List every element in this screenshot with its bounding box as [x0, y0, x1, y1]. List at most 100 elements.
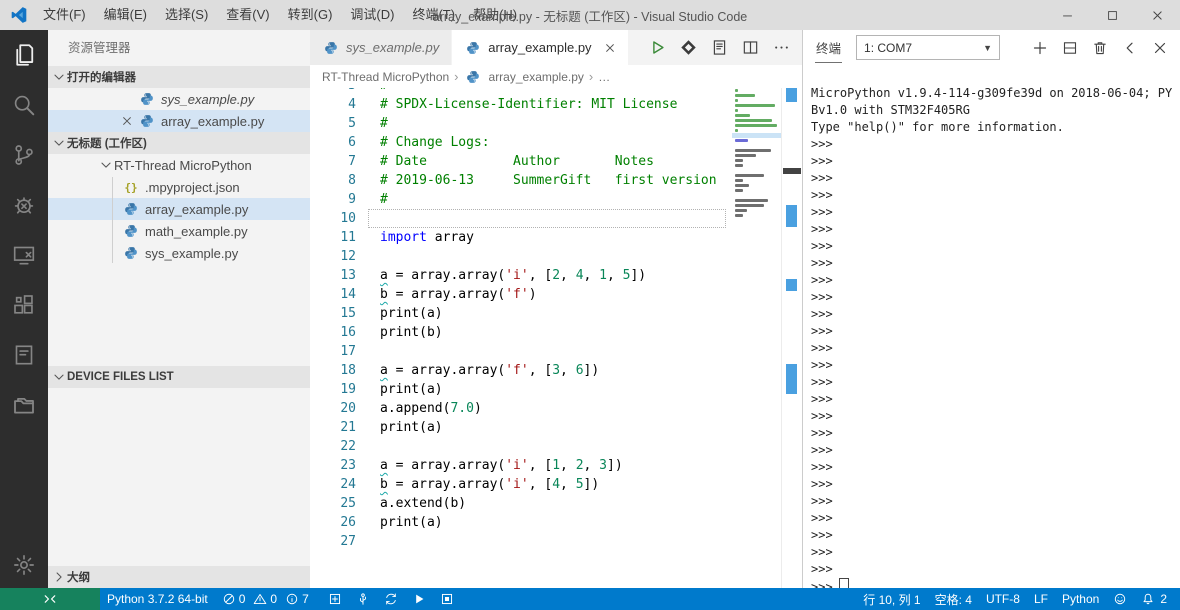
- code-line[interactable]: 9 #: [310, 190, 730, 209]
- code-line[interactable]: 23 a = array.array('i', [1, 2, 3]): [310, 456, 730, 475]
- code-line[interactable]: 4 # SPDX-License-Identifier: MIT License: [310, 95, 730, 114]
- activity-debug-button[interactable]: [0, 180, 48, 230]
- close-panel-button[interactable]: [1152, 40, 1168, 56]
- code-line[interactable]: 7 # Date Author Notes: [310, 152, 730, 171]
- minimize-button[interactable]: [1045, 0, 1090, 30]
- problems-status[interactable]: 0 0 7: [215, 588, 321, 610]
- code-line[interactable]: 8 # 2019-06-13 SummerGift first version: [310, 171, 730, 190]
- activity-folder-button[interactable]: [0, 380, 48, 430]
- stop-button[interactable]: [440, 592, 454, 606]
- file-row[interactable]: {} .mpyproject.json: [48, 176, 310, 198]
- terminal-tab[interactable]: 终端: [815, 33, 843, 63]
- code-editor[interactable]: 3#4# SPDX-License-Identifier: MIT Licens…: [310, 88, 802, 588]
- folder-row[interactable]: RT-Thread MicroPython: [48, 154, 310, 176]
- remote-status-button[interactable]: [0, 588, 100, 610]
- close-tab-icon[interactable]: [604, 42, 616, 54]
- terminal-selector[interactable]: 1: COM7 ▼: [856, 35, 1001, 60]
- activity-notebook-button[interactable]: [0, 330, 48, 380]
- cursor-position-status[interactable]: 行 10, 列 1: [856, 588, 927, 610]
- activity-source-control-button[interactable]: [0, 130, 48, 180]
- code-line[interactable]: 15 print(a): [310, 304, 730, 323]
- activity-gear-button[interactable]: [0, 542, 48, 588]
- file-row[interactable]: math_example.py: [48, 220, 310, 242]
- code-line[interactable]: 19 print(a): [310, 380, 730, 399]
- code-line[interactable]: 10: [310, 209, 730, 228]
- terminal-prompt-line: >>>: [811, 460, 833, 474]
- run-button[interactable]: [412, 592, 426, 606]
- feedback-button[interactable]: [1106, 588, 1134, 610]
- run-file-button[interactable]: [649, 39, 666, 56]
- section-open-editors[interactable]: 打开的编辑器: [48, 66, 310, 88]
- breadcrumb-item[interactable]: …: [598, 70, 610, 84]
- notifications-button[interactable]: 2: [1134, 588, 1174, 610]
- activity-remote-device-button[interactable]: [0, 230, 48, 280]
- close-window-button[interactable]: [1135, 0, 1180, 30]
- split-terminal-button[interactable]: [1062, 40, 1078, 56]
- minimap-bar: [735, 189, 744, 192]
- editor-scrollbar[interactable]: [781, 88, 802, 588]
- code-line[interactable]: 16 print(b): [310, 323, 730, 342]
- eol-status[interactable]: LF: [1027, 588, 1055, 610]
- line-number: 9: [348, 192, 356, 207]
- split-editor-button[interactable]: [742, 39, 759, 56]
- menu-item[interactable]: 转到(G): [279, 0, 342, 30]
- code-line[interactable]: 21 print(a): [310, 418, 730, 437]
- activity-extensions-button[interactable]: [0, 280, 48, 330]
- more-actions-button[interactable]: [773, 39, 790, 56]
- code-text: #: [356, 88, 388, 95]
- file-row[interactable]: sys_example.py: [48, 242, 310, 264]
- code-line[interactable]: 27: [310, 532, 730, 551]
- code-line[interactable]: 14 b = array.array('f'): [310, 285, 730, 304]
- minimap[interactable]: [732, 88, 782, 223]
- open-editor-item[interactable]: sys_example.py: [48, 88, 310, 110]
- code-line[interactable]: 3#: [310, 88, 730, 95]
- activity-search-button[interactable]: [0, 80, 48, 130]
- indentation-status[interactable]: 空格: 4: [928, 588, 979, 610]
- code-line[interactable]: 18 a = array.array('f', [3, 6]): [310, 361, 730, 380]
- language-status[interactable]: Python: [1055, 588, 1106, 610]
- code-line[interactable]: 13 a = array.array('i', [2, 4, 1, 5]): [310, 266, 730, 285]
- terminal-output[interactable]: MicroPython v1.9.4-114-g309fe39d on 2018…: [803, 65, 1180, 588]
- open-file-view-button[interactable]: [711, 39, 728, 56]
- close-editor-icon[interactable]: [116, 115, 138, 127]
- python-interpreter-status[interactable]: Python 3.7.2 64-bit: [100, 588, 215, 610]
- activity-files-button[interactable]: [0, 30, 48, 80]
- code-line[interactable]: 20 a.append(7.0): [310, 399, 730, 418]
- sync-button[interactable]: [384, 592, 398, 606]
- scrollbar-thumb[interactable]: [783, 168, 801, 174]
- code-line[interactable]: 26 print(a): [310, 513, 730, 532]
- code-line[interactable]: 22: [310, 437, 730, 456]
- python-file-icon: [464, 41, 482, 55]
- move-panel-button[interactable]: [1122, 40, 1138, 56]
- new-project-button[interactable]: [328, 592, 342, 606]
- code-line[interactable]: 5 #: [310, 114, 730, 133]
- code-line[interactable]: 12: [310, 247, 730, 266]
- connect-device-button[interactable]: [356, 592, 370, 606]
- terminal-prompt-line: >>>: [811, 256, 833, 270]
- code-line[interactable]: 24 b = array.array('i', [4, 5]): [310, 475, 730, 494]
- maximize-button[interactable]: [1090, 0, 1135, 30]
- tab-array-example[interactable]: array_example.py: [452, 30, 628, 65]
- menu-item[interactable]: 选择(S): [156, 0, 217, 30]
- menu-item[interactable]: 编辑(E): [95, 0, 156, 30]
- plug-connect-icon: [43, 592, 57, 606]
- section-device-files[interactable]: DEVICE FILES LIST: [48, 366, 310, 388]
- code-line[interactable]: 11 import array: [310, 228, 730, 247]
- section-workspace[interactable]: 无标题 (工作区): [48, 132, 310, 154]
- menu-item[interactable]: 文件(F): [34, 0, 95, 30]
- tab-sys-example[interactable]: sys_example.py: [310, 30, 453, 65]
- file-row[interactable]: array_example.py: [48, 198, 310, 220]
- code-line[interactable]: 17: [310, 342, 730, 361]
- breadcrumb-item[interactable]: array_example.py: [489, 70, 584, 84]
- menu-item[interactable]: 查看(V): [217, 0, 278, 30]
- new-terminal-button[interactable]: [1032, 40, 1048, 56]
- breadcrumb-item[interactable]: RT-Thread MicroPython: [322, 70, 449, 84]
- code-line[interactable]: 25 a.extend(b): [310, 494, 730, 513]
- code-line[interactable]: 6 # Change Logs:: [310, 133, 730, 152]
- kill-terminal-button[interactable]: [1092, 40, 1108, 56]
- menu-item[interactable]: 调试(D): [341, 0, 403, 30]
- section-outline[interactable]: 大纲: [48, 566, 310, 588]
- download-file-button[interactable]: [680, 39, 697, 56]
- encoding-status[interactable]: UTF-8: [979, 588, 1027, 610]
- open-editor-item[interactable]: array_example.py: [48, 110, 310, 132]
